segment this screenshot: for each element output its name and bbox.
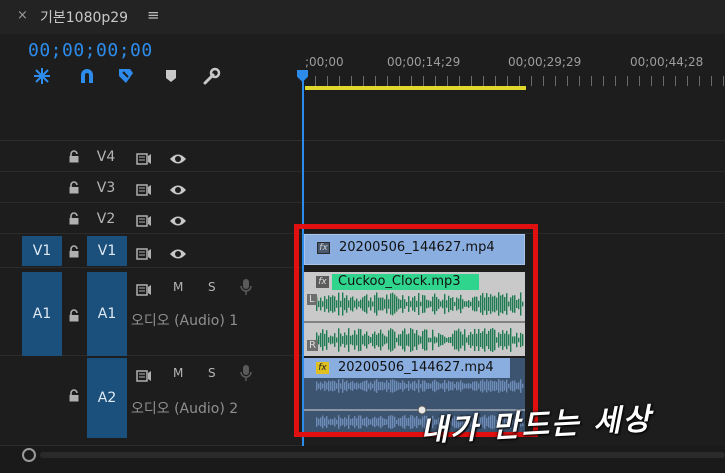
sync-lock-icon[interactable] [136,212,154,227]
sync-lock-icon[interactable] [136,150,154,165]
sequence-tab-title[interactable]: 기본1080p29 [40,7,128,27]
mute-button[interactable]: M [173,280,183,294]
eye-icon[interactable] [169,212,187,226]
panel-menu-icon[interactable]: ≡ [147,6,160,24]
horizontal-scrollbar[interactable] [0,446,725,473]
ruler-label: 00;00;14;29 [387,55,461,69]
source-patch-v1[interactable]: V1 [22,236,62,266]
audio-track-label: 오디오 (Audio) 1 [131,313,239,329]
sync-lock-icon[interactable] [136,245,154,260]
track-header-v1: V1 V1 [0,234,303,268]
ruler-label: 00;00;44;28 [630,55,704,69]
audio-track-label: 오디오 (Audio) 2 [131,401,239,417]
lock-icon[interactable] [67,308,81,322]
sync-lock-icon[interactable] [136,367,154,382]
microphone-icon[interactable] [240,364,252,382]
solo-button[interactable]: S [208,280,216,294]
track-header-a2: A2 M S 오디오 (Audio) 2 [0,358,303,446]
track-header-v3: V3 [0,172,303,203]
add-marker-icon[interactable] [116,66,136,86]
sync-lock-icon[interactable] [136,181,154,196]
snap-icon[interactable] [32,66,52,86]
playhead-timecode[interactable]: 00;00;00;00 [28,40,153,61]
lock-icon[interactable] [67,180,81,194]
close-tab-icon[interactable]: × [17,8,28,23]
track-header-a1: A1 A1 M S 오디오 (Audio) 1 [0,270,303,356]
ruler-label: 00;00;29;29 [508,55,582,69]
ruler-label: ;00;00 [305,55,344,69]
eye-icon[interactable] [169,245,187,259]
lock-icon[interactable] [67,149,81,163]
mute-button[interactable]: M [173,366,183,380]
eye-icon[interactable] [169,150,187,164]
work-area-bar[interactable] [305,86,526,90]
ruler-ticks [303,76,725,86]
track-target-a1[interactable]: A1 [87,272,127,356]
solo-button[interactable]: S [208,366,216,380]
sync-lock-icon[interactable] [136,281,154,296]
track-name: V3 [96,180,116,196]
wrench-icon[interactable] [202,66,222,86]
lock-icon[interactable] [67,388,81,402]
lock-icon[interactable] [67,244,81,258]
microphone-icon[interactable] [240,278,252,296]
zoom-handle[interactable] [22,448,36,462]
lock-icon[interactable] [67,211,81,225]
linked-selection-icon[interactable] [77,66,97,86]
track-target-a2[interactable]: A2 [87,358,127,438]
track-name: V4 [96,149,116,165]
lane-v3[interactable] [303,172,725,203]
source-patch-a1[interactable]: A1 [22,272,62,356]
track-name: V2 [96,211,116,227]
track-header-v2: V2 [0,203,303,234]
track-header-v4: V4 [0,141,303,172]
eye-icon[interactable] [169,181,187,195]
track-target-v1[interactable]: V1 [87,236,127,266]
lane-v4[interactable] [303,141,725,172]
marker-icon[interactable] [161,66,181,86]
sequence-tab-bar: × 기본1080p29 ≡ [0,0,725,34]
scroll-track[interactable] [40,452,725,458]
